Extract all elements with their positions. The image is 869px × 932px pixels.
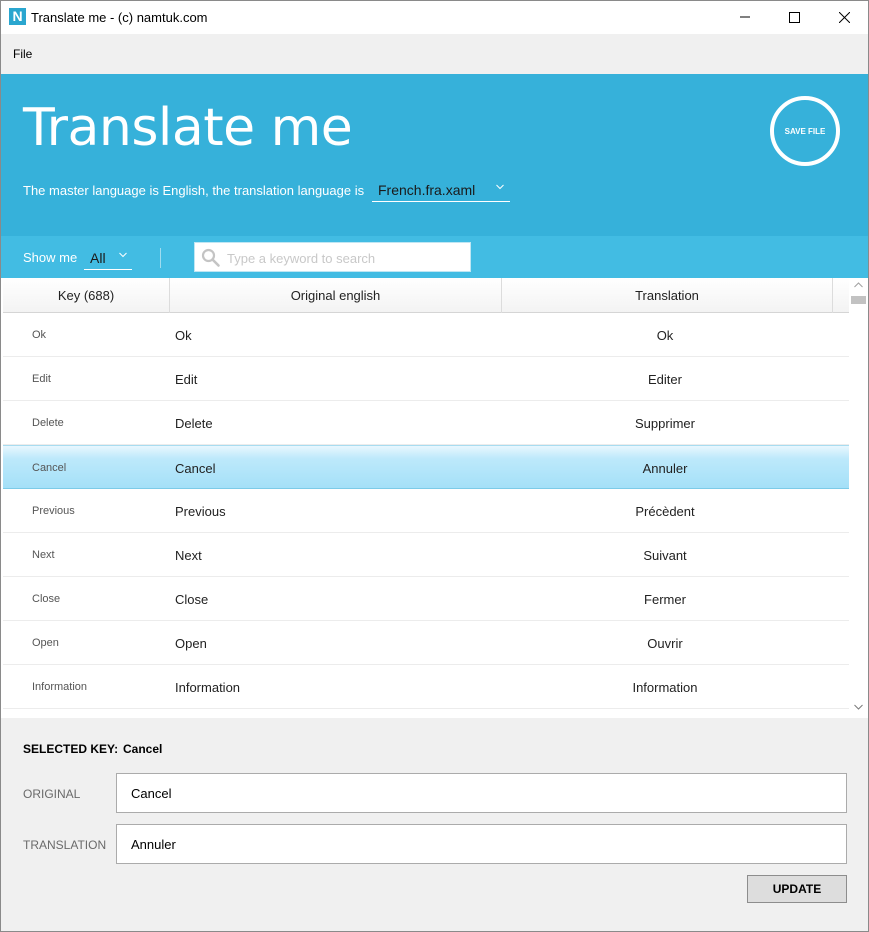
row-key-cell: Previous <box>32 505 75 517</box>
table-header: Key (688) Original english Translation <box>3 278 849 313</box>
search-icon <box>201 248 220 267</box>
row-original-cell: Close <box>175 592 209 607</box>
table-row[interactable]: Delete Delete Supprimer <box>3 401 849 445</box>
menu-bar: File <box>1 34 868 74</box>
row-original-cell: Next <box>175 548 202 563</box>
table-row[interactable]: Edit Edit Editer <box>3 357 849 401</box>
show-me-dropdown[interactable]: All <box>84 246 132 270</box>
search-input[interactable] <box>227 249 465 267</box>
column-header-key[interactable]: Key (688) <box>3 278 170 313</box>
menu-item-file[interactable]: File <box>13 47 32 61</box>
save-file-button[interactable]: SAVE FILE <box>770 96 840 166</box>
update-button[interactable]: UPDATE <box>747 875 847 903</box>
row-original-cell: Edit <box>175 372 198 387</box>
table-row[interactable]: Close Close Fermer <box>3 577 849 621</box>
column-header-translation[interactable]: Translation <box>502 278 833 313</box>
row-original-cell: Ok <box>175 328 192 343</box>
app-logo-icon: N <box>9 8 26 25</box>
table-row[interactable]: Information Information Information <box>3 665 849 709</box>
row-translation-cell: Fermer <box>644 592 686 607</box>
translation-field[interactable] <box>116 824 847 864</box>
row-key-cell: Delete <box>32 417 64 429</box>
chevron-up-icon[interactable] <box>854 282 863 288</box>
table-row[interactable]: Ok Ok Ok <box>3 313 849 357</box>
row-original-cell: Delete <box>175 416 213 431</box>
row-translation-cell: Précèdent <box>635 504 695 519</box>
row-translation-cell: Suivant <box>643 548 687 563</box>
selected-key-label: SELECTED KEY: <box>23 742 119 756</box>
scrollbar-thumb[interactable] <box>851 296 866 304</box>
table-row[interactable]: Open Open Ouvrir <box>3 621 849 665</box>
row-key-cell: Ok <box>32 329 47 341</box>
maximize-icon <box>788 11 800 23</box>
close-button[interactable] <box>821 1 867 33</box>
minimize-button[interactable] <box>722 1 768 33</box>
original-field[interactable] <box>116 773 847 813</box>
row-key-cell: Close <box>32 593 61 605</box>
minimize-icon <box>740 16 750 18</box>
editor-panel: SELECTED KEY: Cancel ORIGINAL TRANSLATIO… <box>1 718 868 931</box>
language-description: The master language is English, the tran… <box>23 183 365 198</box>
show-me-label: Show me <box>23 250 78 265</box>
row-translation-cell: Supprimer <box>635 416 695 431</box>
row-key-cell: Cancel <box>32 462 67 474</box>
row-translation-cell: Ouvrir <box>647 636 683 651</box>
translation-label: TRANSLATION <box>23 838 107 852</box>
page-title: Translate me <box>23 98 353 158</box>
selected-key-value: Cancel <box>123 742 163 756</box>
table-row[interactable]: Cancel Cancel Annuler <box>3 445 849 489</box>
row-original-cell: Cancel <box>175 461 216 476</box>
chevron-down-icon <box>119 252 127 258</box>
row-translation-cell: Annuler <box>642 461 688 476</box>
header-banner: Translate me The master language is Engl… <box>1 74 868 236</box>
translation-table: Key (688) Original english Translation O… <box>1 278 868 718</box>
filter-bar: Show me All <box>1 236 868 278</box>
column-header-original[interactable]: Original english <box>170 278 502 313</box>
table-row[interactable]: Next Next Suivant <box>3 533 849 577</box>
title-bar[interactable]: N Translate me - (c) namtuk.com <box>1 1 868 34</box>
show-me-dropdown-value: All <box>90 250 106 266</box>
table-row[interactable]: Previous Previous Précèdent <box>3 489 849 533</box>
row-original-cell: Previous <box>175 504 226 519</box>
row-translation-cell: Editer <box>648 372 682 387</box>
row-original-cell: Information <box>175 680 241 695</box>
app-window: N Translate me - (c) namtuk.com File Tra… <box>0 0 869 932</box>
window-title: Translate me - (c) namtuk.com <box>31 10 208 25</box>
vertical-scrollbar[interactable] <box>849 278 868 718</box>
row-key-cell: Next <box>32 549 55 561</box>
chevron-down-icon <box>496 184 504 190</box>
row-key-cell: Open <box>32 637 59 649</box>
search-box[interactable] <box>194 242 471 272</box>
chevron-down-icon[interactable] <box>854 704 863 710</box>
table-body: Ok Ok Ok Edit Edit Editer Delete Delete Supprime… <box>3 313 849 711</box>
row-translation-cell: Information <box>632 680 698 695</box>
language-dropdown[interactable]: French.fra.xaml <box>372 178 510 202</box>
row-original-cell: Open <box>175 636 207 651</box>
row-translation-cell: Ok <box>656 328 674 343</box>
language-dropdown-value: French.fra.xaml <box>378 182 476 198</box>
row-key-cell: Information <box>32 681 88 693</box>
maximize-button[interactable] <box>771 1 817 33</box>
original-label: ORIGINAL <box>23 787 81 801</box>
save-file-label: SAVE FILE <box>784 126 826 136</box>
filter-divider <box>160 248 161 268</box>
row-key-cell: Edit <box>32 373 51 385</box>
close-icon <box>838 11 850 23</box>
